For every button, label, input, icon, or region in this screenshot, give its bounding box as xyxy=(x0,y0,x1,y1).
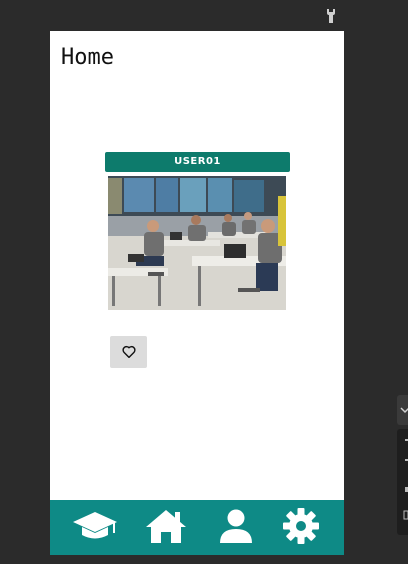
username-badge[interactable]: USER01 xyxy=(105,152,290,172)
emulator-side-panel xyxy=(397,395,408,535)
wrench-icon[interactable] xyxy=(324,8,338,24)
window-bottom-edge xyxy=(0,556,408,564)
gear-icon xyxy=(282,507,320,549)
like-button[interactable] xyxy=(110,336,147,368)
nav-profile[interactable] xyxy=(213,509,259,547)
person-icon xyxy=(218,508,254,548)
heart-outline-icon xyxy=(121,343,136,362)
nav-settings[interactable] xyxy=(278,507,324,549)
bottom-navigation xyxy=(50,500,344,555)
graduation-cap-icon xyxy=(72,509,118,547)
page-title: Home xyxy=(61,45,114,70)
nav-courses[interactable] xyxy=(72,509,118,547)
post-image xyxy=(108,176,286,310)
nav-home[interactable] xyxy=(143,509,189,547)
expand-panel-button[interactable] xyxy=(397,395,408,425)
device-screen: Home USER01 xyxy=(50,31,344,555)
emulator-controls[interactable] xyxy=(397,429,408,535)
home-icon xyxy=(145,508,187,548)
